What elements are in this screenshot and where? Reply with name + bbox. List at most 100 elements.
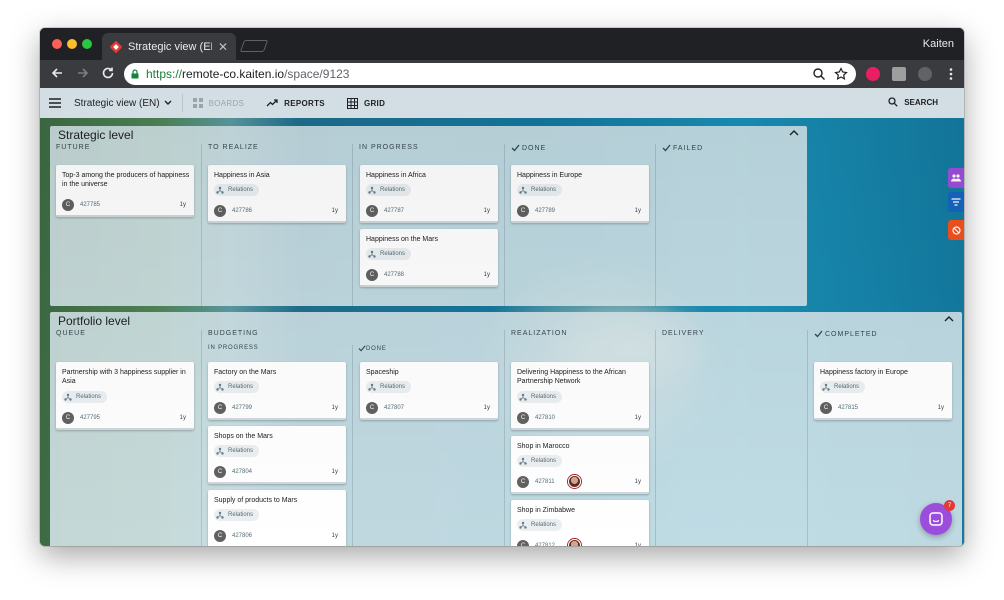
card[interactable]: Delivering Happiness to the African Part… <box>511 362 649 430</box>
archive-tab[interactable] <box>948 220 964 240</box>
card[interactable]: Spaceship Relations C 427807 1y <box>360 362 498 420</box>
avatar[interactable]: C <box>214 530 226 542</box>
completed-header: COMPLETED <box>814 330 878 338</box>
lane-portfolio: Portfolio level QUEUE BUDGETING IN PROGR… <box>50 312 962 546</box>
card[interactable]: Factory on the Mars Relations C 427799 1… <box>208 362 346 420</box>
more-vert-icon[interactable] <box>944 67 958 81</box>
avatar[interactable]: C <box>62 199 74 211</box>
column-realization: REALIZATION <box>504 330 655 546</box>
card-title: Shops on the Mars <box>214 433 273 440</box>
relations-chip[interactable]: Relations <box>517 391 563 403</box>
card[interactable]: Happiness in Africa Relations C 427787 1… <box>360 165 498 223</box>
subcolumn-in-progress: IN PROGRESS <box>208 345 259 351</box>
column-future: FUTURE <box>56 144 91 151</box>
avatar[interactable]: C <box>62 412 74 424</box>
tab-title: Strategic view (EN) | K <box>128 40 212 53</box>
relations-chip[interactable]: Relations <box>366 381 412 393</box>
card-age: 1y <box>483 272 490 278</box>
profile-name[interactable]: Kaiten <box>923 38 954 50</box>
relations-icon <box>519 393 527 401</box>
user-avatar[interactable] <box>568 475 581 488</box>
card[interactable]: Happiness on the Mars Relations C 427788… <box>360 229 498 287</box>
avatar[interactable]: C <box>820 402 832 414</box>
relations-chip[interactable]: Relations <box>62 391 108 403</box>
notification-badge: 7 <box>944 500 955 511</box>
filter-tab[interactable] <box>948 192 964 212</box>
avatar[interactable]: C <box>517 540 529 546</box>
card[interactable]: Shops on the Mars Relations C 427804 1y <box>208 426 346 484</box>
star-icon[interactable] <box>834 67 848 81</box>
card[interactable]: Happiness factory in Europe Relations C … <box>814 362 952 420</box>
zoom-icon[interactable] <box>812 67 826 81</box>
avatar[interactable]: C <box>366 402 378 414</box>
relations-chip[interactable]: Relations <box>214 381 260 393</box>
chevron-up-icon[interactable] <box>944 315 954 323</box>
avatar[interactable]: C <box>214 205 226 217</box>
app-header: Strategic view (EN) BOARDS REPORTS GRID … <box>40 88 964 118</box>
relations-chip[interactable]: Relations <box>214 445 260 457</box>
minimize-window-button[interactable] <box>67 39 77 49</box>
column-budgeting: BUDGETING IN PROGRESS DONE <box>201 330 504 546</box>
relations-icon <box>519 521 527 529</box>
reload-icon[interactable] <box>101 66 115 80</box>
card-id: 427799 <box>232 405 253 411</box>
card[interactable]: Supply of products to Mars Relations C 4… <box>208 490 346 546</box>
boards-button[interactable]: BOARDS <box>192 98 245 108</box>
card[interactable]: Happiness in Europe Relations C 427789 1… <box>511 165 649 223</box>
avatar[interactable]: C <box>517 412 529 424</box>
chat-button[interactable]: 7 <box>920 500 955 535</box>
tab-close-icon[interactable]: ✕ <box>218 40 228 54</box>
grid-button[interactable]: GRID <box>346 97 385 109</box>
reports-button[interactable]: REPORTS <box>266 98 325 108</box>
close-window-button[interactable] <box>52 39 62 49</box>
avatar[interactable]: C <box>517 205 529 217</box>
browser-tab[interactable]: Strategic view (EN) | K ✕ <box>102 33 236 60</box>
card-title: Partnership with 3 happiness supplier in… <box>62 369 186 385</box>
back-arrow-icon[interactable] <box>50 66 64 80</box>
avatar[interactable]: C <box>366 269 378 281</box>
forward-arrow-icon[interactable] <box>76 66 90 80</box>
extension-t-icon[interactable] <box>866 67 880 81</box>
chevron-up-icon[interactable] <box>789 129 799 137</box>
card-age: 1y <box>331 208 338 214</box>
relations-icon <box>64 393 72 401</box>
relations-chip[interactable]: Relations <box>366 184 412 196</box>
relations-chip[interactable]: Relations <box>366 248 412 260</box>
check-icon <box>358 345 366 352</box>
avatar[interactable]: C <box>517 476 529 488</box>
card-title: Supply of products to Mars <box>214 497 298 504</box>
card[interactable]: Happiness in Asia Relations C 427786 1y <box>208 165 346 223</box>
subcolumn-done: DONE <box>358 345 387 352</box>
card[interactable]: Shop in Zimbabwe Relations C 427812 1y <box>511 500 649 546</box>
extension-circle-icon[interactable] <box>918 67 932 81</box>
card-age: 1y <box>483 208 490 214</box>
lane-strategic: Strategic level FUTURE TO REALIZE IN PRO… <box>50 126 807 306</box>
avatar[interactable]: C <box>366 205 378 217</box>
relations-icon <box>216 186 224 194</box>
user-avatar[interactable] <box>568 539 581 546</box>
card[interactable]: Top-3 among the producers of happiness i… <box>56 165 194 217</box>
card-title: Happiness in Asia <box>214 172 270 179</box>
avatar[interactable]: C <box>214 466 226 478</box>
search-button[interactable]: SEARCH <box>888 97 938 107</box>
space-title: Strategic view (EN) <box>74 97 160 109</box>
maximize-window-button[interactable] <box>82 39 92 49</box>
relations-chip[interactable]: Relations <box>517 184 563 196</box>
card[interactable]: Shop in Marocco Relations C 427811 1y <box>511 436 649 494</box>
relations-chip[interactable]: Relations <box>214 184 260 196</box>
avatar[interactable]: C <box>214 402 226 414</box>
extension-chat-icon[interactable] <box>892 67 906 81</box>
card-id: 427786 <box>232 208 253 214</box>
address-bar[interactable]: https://remote-co.kaiten.io/space/9123 <box>124 63 856 85</box>
relations-chip[interactable]: Relations <box>517 455 563 467</box>
space-selector[interactable]: Strategic view (EN) <box>74 98 172 109</box>
menu-icon[interactable] <box>48 97 62 109</box>
boards-icon <box>192 98 203 108</box>
card-id: 427811 <box>535 479 555 485</box>
members-tab[interactable] <box>948 168 964 188</box>
relations-chip[interactable]: Relations <box>214 509 260 521</box>
relations-chip[interactable]: Relations <box>517 519 563 531</box>
new-tab-button[interactable] <box>239 40 269 52</box>
relations-chip[interactable]: Relations <box>820 381 866 393</box>
card[interactable]: Partnership with 3 happiness supplier in… <box>56 362 194 430</box>
